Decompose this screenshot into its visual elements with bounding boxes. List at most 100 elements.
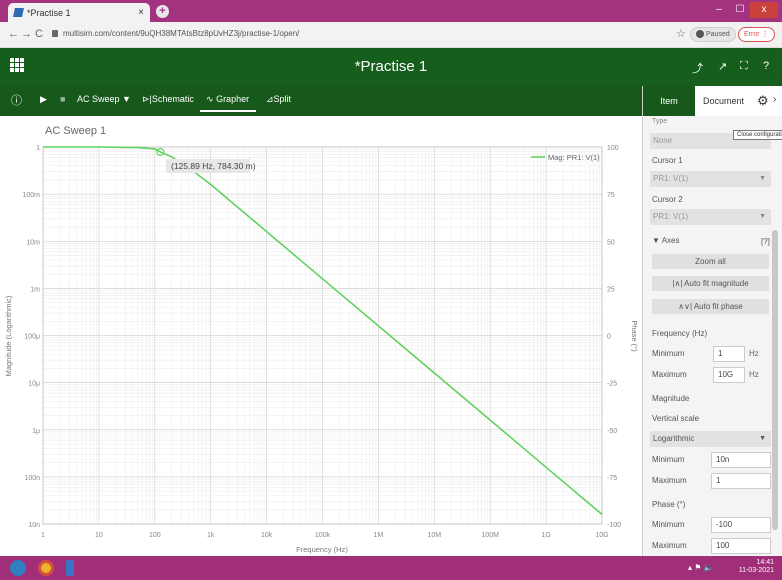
bookmark-star-icon[interactable]: ☆: [676, 27, 686, 40]
schematic-tab[interactable]: ⊳|Schematic: [142, 94, 194, 105]
freq-min-input[interactable]: 1: [713, 346, 745, 362]
multisim-favicon-icon: [13, 8, 24, 17]
grapher-toolbar: ⓘ ▶ ■ AC Sweep ▼ ⊳|Schematic ∿ Grapher ⊿…: [0, 86, 642, 116]
app-title: *Practise 1: [354, 58, 428, 75]
axes-help-link[interactable]: [?]: [761, 237, 770, 246]
split-tab[interactable]: ⊿Split: [266, 94, 291, 105]
chevron-right-icon[interactable]: ›: [773, 94, 776, 105]
x-tick-label: 1G: [541, 532, 550, 539]
windows-taskbar: ▴ ⚑ 🔈 14:41 11-03-2021: [0, 556, 782, 580]
cursor1-select[interactable]: PR1: V(1) ▼: [650, 171, 771, 187]
phase-tick-label: 50: [607, 239, 615, 246]
graph-area[interactable]: 1 10 100 1k 10k 100k 1M 10M 100M 1G 10G 1 100m 10m 1m…: [0, 116, 642, 556]
panel-scrollbar[interactable]: [772, 230, 778, 530]
grapher-tab[interactable]: ∿ Grapher: [206, 94, 249, 105]
paused-profile-button[interactable]: Paused: [690, 27, 736, 42]
y-tick-label: 100m: [22, 192, 40, 199]
y-tick-label: 10μ: [28, 381, 40, 388]
panel-tabs: Item Document ⚙ ›: [643, 86, 782, 116]
y-tick-label: 10n: [28, 522, 40, 529]
windows-start-icon[interactable]: [10, 560, 26, 576]
axes-section-toggle[interactable]: ▼ Axes: [652, 236, 680, 245]
y-tick-label: 100μ: [24, 334, 40, 341]
help-icon[interactable]: ?: [763, 60, 769, 72]
maximize-button[interactable]: ☐: [730, 2, 750, 18]
auto-fit-phase-button[interactable]: ∧∨| Auto fit phase: [652, 299, 769, 314]
vertical-scale-select[interactable]: Logarithmic ▼: [650, 431, 771, 447]
reload-icon[interactable]: C: [35, 28, 43, 40]
cursor2-value: PR1: V(1): [653, 212, 689, 221]
chevron-down-icon: ▼: [759, 213, 766, 220]
run-button[interactable]: ▶: [40, 94, 47, 105]
error-button[interactable]: Error ⋮: [738, 27, 775, 42]
info-icon[interactable]: ⓘ: [11, 92, 22, 108]
freq-min-label: Minimum: [652, 349, 685, 358]
frequency-label: Frequency (Hz): [652, 329, 708, 338]
schematic-label: Schematic: [151, 94, 194, 104]
legend-label: Mag: PR1: V(1): [548, 153, 600, 162]
expand-triangle-icon: ▼: [652, 236, 660, 245]
back-arrow-icon[interactable]: ←: [8, 28, 19, 40]
fullscreen-icon[interactable]: ⛶: [740, 60, 748, 73]
fit-magnitude-icon: |∧|: [672, 279, 683, 288]
cursor2-select[interactable]: PR1: V(1) ▼: [650, 209, 771, 225]
zoom-all-button[interactable]: Zoom all: [652, 254, 769, 269]
schematic-icon: ⊳|: [142, 94, 152, 104]
chrome-icon[interactable]: [38, 560, 54, 576]
y-tick-label: 1μ: [32, 428, 40, 435]
share-icon[interactable]: ⤴: [692, 60, 703, 76]
window-close-button[interactable]: x: [750, 2, 778, 18]
chevron-down-icon: ▼: [759, 435, 766, 442]
freq-max-input[interactable]: 10G: [713, 367, 745, 383]
phase-axis-ticks: 100 75 50 25 0 -25 -50 -75 -100: [607, 145, 621, 529]
split-icon: ⊿: [266, 94, 274, 104]
address-bar: ← → C multisim.com/content/9uQH38MTAtsBt…: [0, 22, 782, 48]
stop-button[interactable]: ■: [60, 94, 65, 104]
mag-min-input[interactable]: 10n: [711, 452, 771, 468]
phase-tick-label: -75: [607, 475, 617, 482]
y-tick-label: 1: [36, 145, 40, 152]
tray-icons[interactable]: ▴ ⚑ 🔈: [688, 563, 714, 572]
app-taskbar-icon[interactable]: [66, 560, 74, 576]
open-external-icon[interactable]: ↗: [718, 60, 727, 73]
cursor-readout: (125.89 Hz, 784.30 m): [166, 159, 256, 173]
analysis-dropdown[interactable]: AC Sweep ▼: [77, 94, 131, 104]
browser-tab[interactable]: *Practise 1 ×: [8, 3, 150, 22]
x-tick-label: 10k: [261, 532, 273, 539]
new-tab-button[interactable]: +: [156, 5, 169, 18]
gear-icon[interactable]: ⚙: [757, 93, 769, 109]
mag-max-input[interactable]: 1: [711, 473, 771, 489]
clock-date: 11-03-2021: [738, 567, 774, 574]
type-label: Type: [652, 118, 668, 125]
phase-tick-label: -100: [607, 522, 621, 529]
y-tick-label: 1m: [30, 286, 40, 293]
minimize-button[interactable]: –: [708, 2, 730, 18]
auto-fit-magnitude-button[interactable]: |∧| Auto fit magnitude: [652, 276, 769, 291]
cursor-readout-text: (125.89 Hz, 784.30 m): [171, 161, 256, 171]
y-axis-ticks: 1 100m 10m 1m 100μ 10μ 1μ 100n 10n: [22, 145, 40, 529]
tab-close-icon[interactable]: ×: [138, 7, 144, 18]
x-tick-label: 100M: [481, 532, 499, 539]
cursor1-value: PR1: V(1): [653, 174, 689, 183]
tab-document[interactable]: Document: [703, 86, 744, 116]
url-field[interactable]: multisim.com/content/9uQH38MTAtsBtz8pUvH…: [63, 29, 299, 38]
grapher-label: Grapher: [216, 94, 250, 104]
x-tick-label: 10: [95, 532, 103, 539]
freq-max-label: Maximum: [652, 370, 687, 379]
tab-item[interactable]: Item: [643, 86, 695, 116]
phase-max-input[interactable]: 100: [711, 538, 771, 554]
phase-tick-label: 75: [607, 192, 615, 199]
x-tick-label: 100: [149, 532, 161, 539]
phase-max-label: Maximum: [652, 541, 687, 550]
chevron-down-icon: ▼: [759, 175, 766, 182]
phase-min-label: Minimum: [652, 520, 685, 529]
magnitude-label: Magnitude: [652, 394, 690, 403]
forward-arrow-icon[interactable]: →: [21, 28, 32, 40]
tab-title: *Practise 1: [27, 7, 71, 18]
phase-min-input[interactable]: -100: [711, 517, 771, 533]
fit-phase-icon: ∧∨|: [678, 302, 693, 311]
ac-sweep-plot[interactable]: 1 10 100 1k 10k 100k 1M 10M 100M 1G 10G 1 100m 10m 1m…: [0, 116, 642, 556]
phase-label: Phase (°): [652, 500, 686, 509]
cursor1-label: Cursor 1: [652, 156, 683, 165]
tooltip: Close configuration pane: [733, 130, 782, 140]
